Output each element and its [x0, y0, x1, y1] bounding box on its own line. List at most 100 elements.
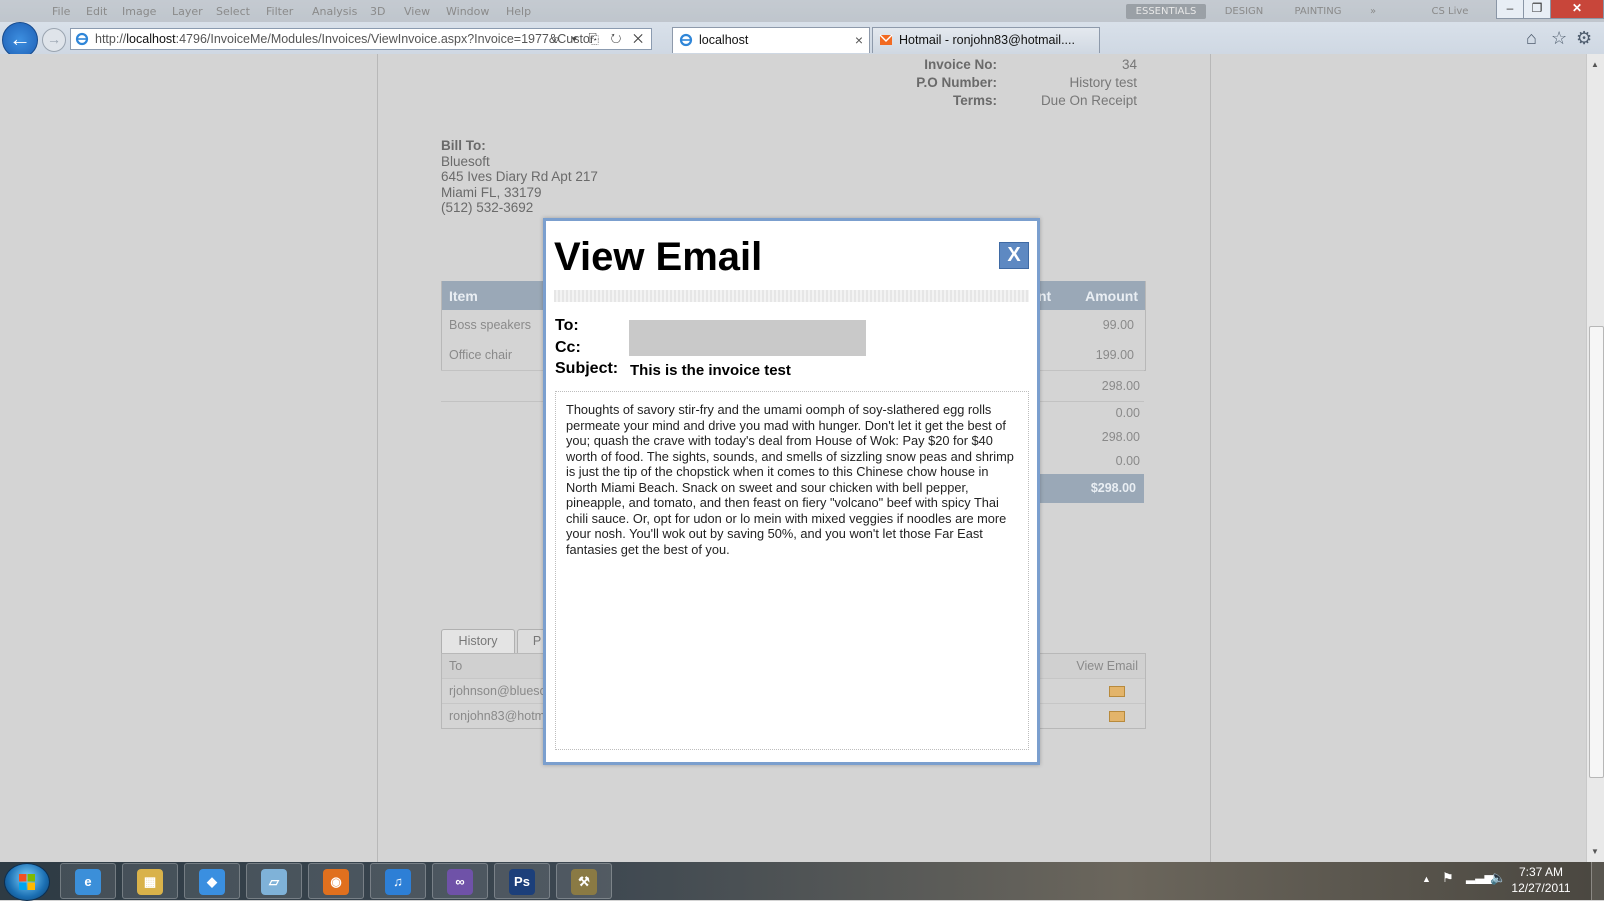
po-number-value: History test [1069, 75, 1137, 90]
invoice-no-label: Invoice No: [924, 57, 997, 72]
modal-close-button[interactable]: X [999, 242, 1029, 269]
action-center-flag-icon[interactable]: ⚑ [1442, 870, 1454, 886]
firefox-icon: ◉ [323, 869, 349, 895]
taskbar-file-explorer-button[interactable]: ▦ [122, 863, 178, 899]
item-name: Boss speakers [449, 318, 531, 332]
taskbar-visual-studio-button[interactable]: ∞ [432, 863, 488, 899]
browser-chrome: File Edit Image Layer Select Filter Anal… [0, 0, 1604, 58]
tab-close-icon[interactable]: × [855, 28, 863, 52]
ghost-workspace-button: DESIGN [1224, 6, 1264, 17]
scroll-up-icon[interactable]: ▲ [1591, 60, 1599, 69]
history-recipient: ronjohn83@hotm [449, 709, 546, 723]
to-label: To: [555, 317, 579, 334]
vertical-scrollbar[interactable]: ▲ ▼ [1586, 54, 1604, 862]
ghost-menu-item: Analysis [312, 5, 358, 18]
visual-studio-icon: ∞ [447, 869, 473, 895]
file-explorer-icon: ▦ [137, 869, 163, 895]
modal-divider [554, 290, 1029, 302]
address-url: http://localhost:4796/InvoiceMe/Modules/… [95, 32, 595, 46]
col-amount-header: Amount [1085, 288, 1138, 304]
ghost-menu-item: Layer [172, 5, 203, 18]
address-tools[interactable]: ⌕ ▾ ⎘ ↻ ✕ [553, 29, 647, 49]
system-clock[interactable]: 7:37 AM 12/27/2011 [1508, 864, 1574, 896]
forward-button[interactable]: → [42, 28, 66, 52]
tab-hotmail[interactable]: Hotmail - ronjohn83@hotmail.... [872, 27, 1100, 53]
cc-label: Cc: [555, 339, 581, 356]
view-email-envelope-icon[interactable] [1109, 711, 1125, 722]
taskbar-internet-explorer-button[interactable]: e [60, 863, 116, 899]
tab-label: Hotmail - ronjohn83@hotmail.... [899, 33, 1075, 47]
ie-favicon-icon [679, 33, 693, 47]
taskbar-dropbox-button[interactable]: ◆ [184, 863, 240, 899]
favorites-star-icon[interactable]: ☆ [1551, 28, 1567, 49]
col-to-header: To [449, 659, 463, 673]
ie-favicon-icon [75, 32, 89, 46]
clock-time: 7:37 AM [1518, 865, 1564, 879]
clock-date: 12/27/2011 [1511, 881, 1571, 895]
tools-icon: ⚒ [571, 869, 597, 895]
taskbar-photoshop-button[interactable]: Ps [494, 863, 550, 899]
po-number-label: P.O Number: [916, 75, 997, 90]
ghost-menu-item: Image [122, 5, 157, 18]
window-close-button[interactable]: ✕ [1550, 0, 1604, 19]
dropbox-icon: ◆ [199, 869, 225, 895]
address-bar[interactable]: http://localhost:4796/InvoiceMe/Modules/… [70, 28, 652, 50]
view-email-envelope-icon[interactable] [1109, 686, 1125, 697]
total-line-value: 0.00 [1115, 406, 1140, 420]
ghost-workspace-button: ESSENTIALS [1126, 4, 1206, 19]
scrollbar-thumb[interactable] [1589, 326, 1604, 778]
terms-label: Terms: [952, 93, 997, 108]
back-arrow-icon: ← [9, 26, 31, 51]
subject-label: Subject: [555, 360, 619, 377]
ghost-menu-item: Select [216, 5, 250, 18]
taskbar-itunes-button[interactable]: ♫ [370, 863, 426, 899]
back-button[interactable]: ← [2, 22, 38, 58]
invoice-no-value: 34 [1121, 57, 1137, 72]
taskbar-notes-button[interactable]: ▱ [246, 863, 302, 899]
minimize-button[interactable]: – [1496, 0, 1524, 19]
start-button[interactable] [4, 863, 50, 901]
restore-button[interactable]: ❐ [1523, 0, 1551, 19]
bill-to-heading: Bill To: [441, 138, 486, 153]
ghost-menu-item: Window [446, 5, 490, 18]
tab-history[interactable]: History [441, 629, 515, 653]
grand-total: $298.00 [1040, 474, 1144, 503]
tray-expand-icon[interactable]: ▲ [1422, 874, 1431, 884]
tab-label: localhost [699, 33, 749, 47]
ghost-workspace-button: CS Live [1431, 6, 1469, 17]
col-item-header: Item [449, 288, 478, 304]
hotmail-favicon-icon [879, 34, 893, 45]
scroll-down-icon[interactable]: ▼ [1591, 847, 1599, 856]
bill-to-line: Bluesoft [441, 153, 490, 169]
item-amount: 199.00 [1095, 348, 1134, 362]
taskbar-firefox-button[interactable]: ◉ [308, 863, 364, 899]
history-recipient: rjohnson@blueso [449, 684, 547, 698]
home-icon[interactable]: ⌂ [1526, 28, 1537, 49]
bill-to-line: 645 Ives Diary Rd Apt 217 [441, 169, 598, 184]
ghost-menu-item: Edit [86, 5, 108, 18]
terms-value: Due On Receipt [1040, 93, 1137, 108]
notes-icon: ▱ [261, 869, 287, 895]
ghost-menu-item: File [52, 5, 71, 18]
ghost-menu-item: 3D [370, 5, 386, 18]
windows-logo-icon [19, 874, 35, 890]
photoshop-icon: Ps [509, 869, 535, 895]
tab-localhost[interactable]: localhost × [672, 27, 870, 53]
subtotal-value: 298.00 [1101, 379, 1140, 393]
item-amount: 99.00 [1102, 318, 1134, 332]
bill-to-block: Bill To: Bluesoft 645 Ives Diary Rd Apt … [441, 138, 598, 216]
volume-icon[interactable]: 🔈 [1490, 870, 1506, 886]
show-desktop-button[interactable] [1591, 862, 1604, 900]
windows-taskbar: e ▦ ◆ ▱ ◉ ♫ ∞ Ps ⚒ ▲ ⚑ ▂▃▅ 🔈 7:37 AM 12/27/2011 [0, 862, 1604, 901]
modal-title: View Email [554, 235, 763, 279]
taskbar-tools-button[interactable]: ⚒ [556, 863, 612, 899]
ghost-menu-item: Filter [266, 5, 294, 18]
item-name: Office chair [449, 348, 512, 362]
email-body: Thoughts of savory stir-fry and the umam… [555, 391, 1029, 750]
settings-gear-icon[interactable]: ⚙ [1576, 28, 1592, 49]
total-line-value: 0.00 [1115, 454, 1140, 468]
background-app-menubar: File Edit Image Layer Select Filter Anal… [0, 0, 1604, 22]
recipient-redacted-block [629, 320, 866, 356]
ghost-workspace-button: PAINTING [1294, 6, 1342, 17]
internet-explorer-icon: e [75, 869, 101, 895]
